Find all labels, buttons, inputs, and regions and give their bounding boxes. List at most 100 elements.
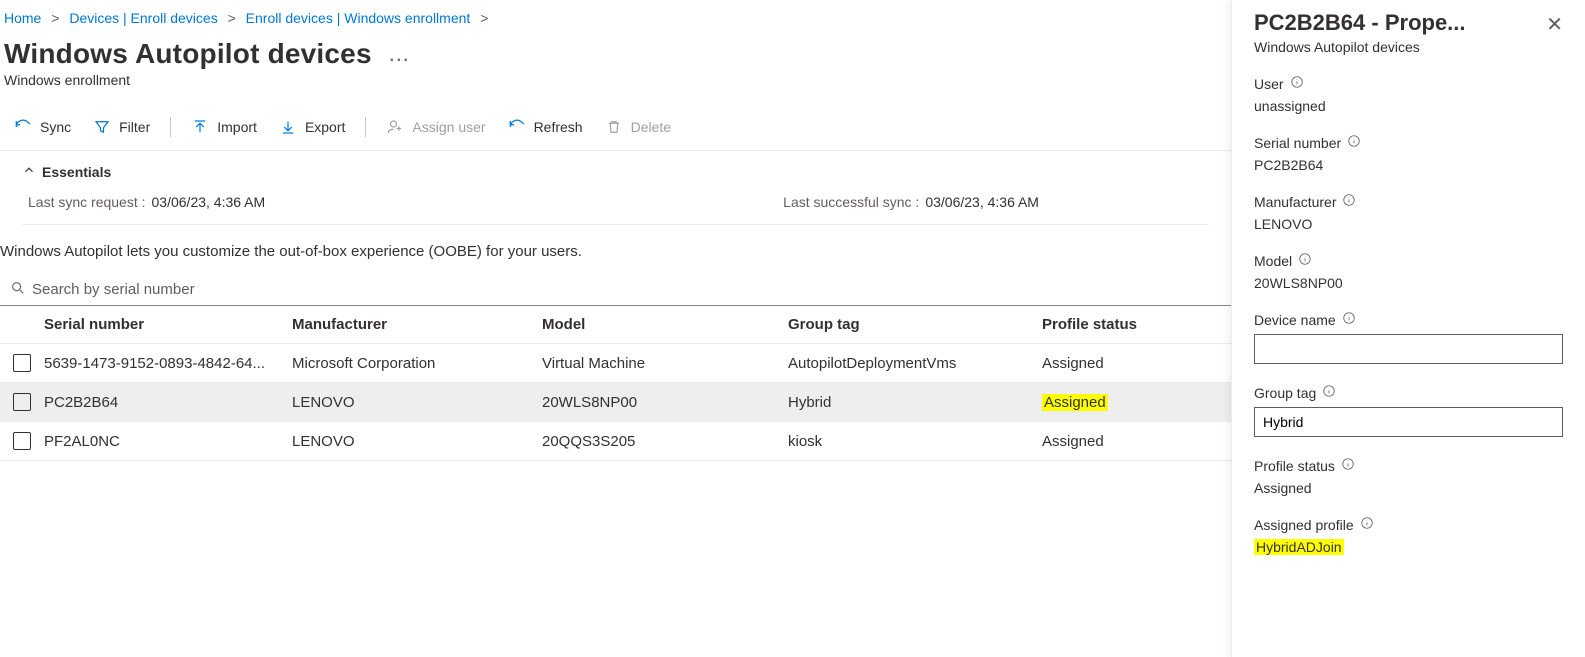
chevron-right-icon: >	[228, 10, 236, 26]
info-icon[interactable]	[1298, 252, 1312, 269]
export-label: Export	[305, 119, 345, 135]
device-name-label: Device name	[1254, 312, 1336, 328]
info-icon[interactable]	[1342, 193, 1356, 210]
essentials-toggle[interactable]: Essentials	[22, 163, 1209, 180]
trash-icon	[605, 118, 623, 136]
import-button[interactable]: Import	[181, 112, 267, 142]
delete-button: Delete	[595, 112, 681, 142]
more-icon[interactable]: …	[388, 41, 410, 67]
group-tag-input[interactable]	[1254, 407, 1563, 437]
chevron-right-icon: >	[51, 10, 59, 26]
manufacturer-label: Manufacturer	[1254, 194, 1336, 210]
search-icon	[10, 280, 26, 299]
search-bar[interactable]	[0, 274, 1231, 306]
breadcrumb-link-devices[interactable]: Devices | Enroll devices	[69, 10, 217, 26]
panel-title: PC2B2B64 - Prope...	[1254, 10, 1466, 36]
cell-serial: PC2B2B64	[44, 394, 292, 411]
last-sync-request-value: 03/06/23, 4:36 AM	[152, 194, 266, 210]
sync-label: Sync	[40, 119, 71, 135]
filter-label: Filter	[119, 119, 150, 135]
cell-group-tag: Hybrid	[788, 394, 1042, 411]
cell-group-tag: kiosk	[788, 433, 1042, 450]
page-subtitle: Windows enrollment	[0, 72, 1231, 104]
cell-model: 20WLS8NP00	[542, 394, 788, 411]
last-sync-request-label: Last sync request :	[28, 194, 146, 210]
page-title: Windows Autopilot devices	[4, 38, 372, 70]
model-label: Model	[1254, 253, 1292, 269]
user-label: User	[1254, 76, 1284, 92]
serial-value: PC2B2B64	[1254, 157, 1563, 173]
search-input[interactable]	[32, 281, 1221, 298]
panel-subtitle: Windows Autopilot devices	[1254, 39, 1563, 55]
cell-manufacturer: LENOVO	[292, 394, 542, 411]
cell-serial: 5639-1473-9152-0893-4842-64...	[44, 355, 292, 372]
filter-button[interactable]: Filter	[83, 112, 160, 142]
info-icon[interactable]	[1290, 75, 1304, 92]
row-checkbox[interactable]	[13, 432, 31, 450]
info-icon[interactable]	[1322, 384, 1336, 401]
filter-icon	[93, 118, 111, 136]
table-row[interactable]: PC2B2B64LENOVO20WLS8NP00HybridAssigned	[0, 383, 1231, 422]
table-header-row: Serial number Manufacturer Model Group t…	[0, 306, 1231, 344]
assigned-profile-label: Assigned profile	[1254, 517, 1354, 533]
cell-group-tag: AutopilotDeploymentVms	[788, 355, 1042, 372]
info-icon[interactable]	[1347, 134, 1361, 151]
info-icon[interactable]	[1360, 516, 1374, 533]
breadcrumb-link-home[interactable]: Home	[4, 10, 41, 26]
group-tag-label: Group tag	[1254, 385, 1316, 401]
cell-model: 20QQS3S205	[542, 433, 788, 450]
refresh-icon	[508, 118, 526, 136]
assign-user-label: Assign user	[412, 119, 485, 135]
cell-profile-status: Assigned	[1042, 355, 1202, 372]
description-text: Windows Autopilot lets you customize the…	[0, 229, 1231, 274]
essentials-heading: Essentials	[42, 164, 111, 180]
table-row[interactable]: PF2AL0NCLENOVO20QQS3S205kioskAssigned	[0, 422, 1231, 461]
refresh-icon	[14, 118, 32, 136]
profile-status-value: Assigned	[1254, 480, 1563, 496]
th-model[interactable]: Model	[542, 316, 788, 333]
breadcrumb: Home > Devices | Enroll devices > Enroll…	[0, 0, 1231, 32]
model-value: 20WLS8NP00	[1254, 275, 1563, 291]
user-value: unassigned	[1254, 98, 1563, 114]
chevron-up-icon	[22, 163, 36, 180]
cell-serial: PF2AL0NC	[44, 433, 292, 450]
cell-profile-status: Assigned	[1042, 433, 1202, 450]
close-icon[interactable]: ✕	[1546, 10, 1563, 37]
chevron-right-icon: >	[480, 10, 488, 26]
device-name-input[interactable]	[1254, 334, 1563, 364]
info-icon[interactable]	[1341, 457, 1355, 474]
th-manufacturer[interactable]: Manufacturer	[292, 316, 542, 333]
th-profile-status[interactable]: Profile status	[1042, 316, 1202, 333]
export-icon	[279, 118, 297, 136]
cell-model: Virtual Machine	[542, 355, 788, 372]
breadcrumb-link-enroll[interactable]: Enroll devices | Windows enrollment	[246, 10, 471, 26]
toolbar-divider	[365, 117, 366, 137]
toolbar: Sync Filter Import Export Assign u	[0, 104, 1231, 151]
table-row[interactable]: 5639-1473-9152-0893-4842-64...Microsoft …	[0, 344, 1231, 383]
row-checkbox[interactable]	[13, 354, 31, 372]
cell-profile-status: Assigned	[1042, 394, 1202, 411]
serial-label: Serial number	[1254, 135, 1341, 151]
refresh-label: Refresh	[534, 119, 583, 135]
refresh-button[interactable]: Refresh	[498, 112, 593, 142]
delete-label: Delete	[631, 119, 671, 135]
import-icon	[191, 118, 209, 136]
import-label: Import	[217, 119, 257, 135]
manufacturer-value: LENOVO	[1254, 216, 1563, 232]
properties-panel: PC2B2B64 - Prope... ✕ Windows Autopilot …	[1231, 0, 1585, 657]
profile-status-label: Profile status	[1254, 458, 1335, 474]
sync-button[interactable]: Sync	[4, 112, 81, 142]
devices-table: Serial number Manufacturer Model Group t…	[0, 306, 1231, 461]
row-checkbox[interactable]	[13, 393, 31, 411]
th-serial[interactable]: Serial number	[44, 316, 292, 333]
last-successful-sync-label: Last successful sync :	[783, 194, 919, 210]
cell-manufacturer: Microsoft Corporation	[292, 355, 542, 372]
assign-user-button: Assign user	[376, 112, 495, 142]
assigned-profile-value: HybridADJoin	[1254, 539, 1344, 555]
last-successful-sync-value: 03/06/23, 4:36 AM	[925, 194, 1039, 210]
th-group-tag[interactable]: Group tag	[788, 316, 1042, 333]
toolbar-divider	[170, 117, 171, 137]
cell-manufacturer: LENOVO	[292, 433, 542, 450]
info-icon[interactable]	[1342, 311, 1356, 328]
export-button[interactable]: Export	[269, 112, 355, 142]
